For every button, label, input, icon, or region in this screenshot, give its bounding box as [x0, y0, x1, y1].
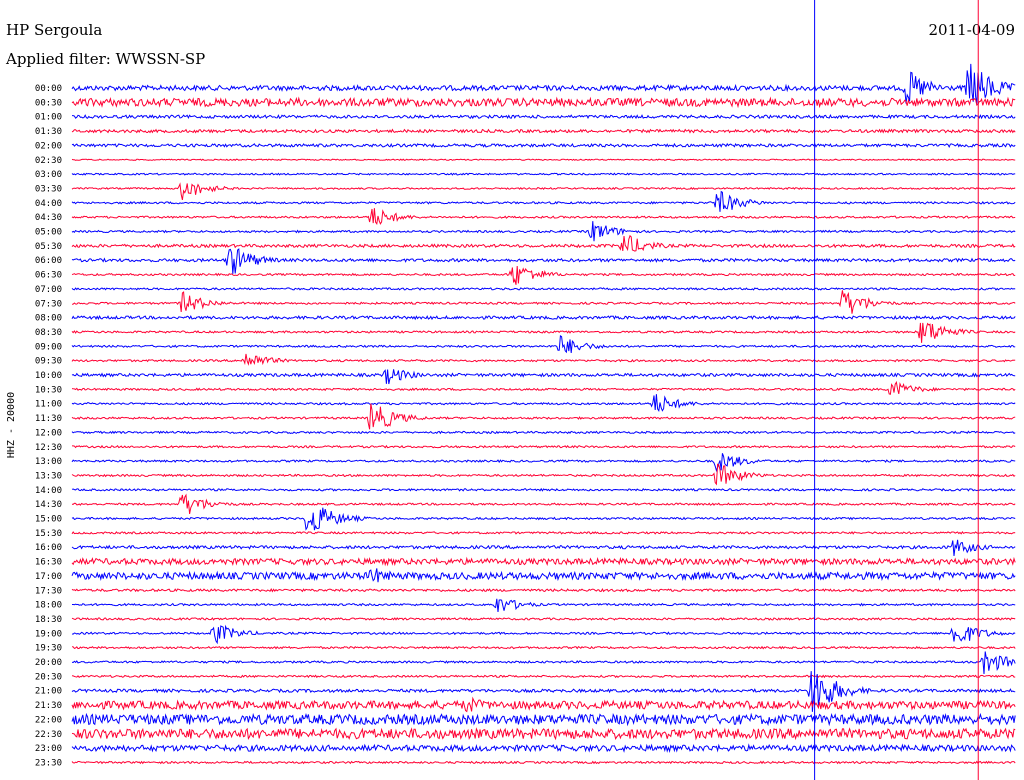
trace-row [71, 493, 1016, 514]
seismogram-traces [71, 63, 1016, 765]
trace-row [71, 463, 1016, 486]
row-time-label: 05:00 [35, 228, 62, 238]
trace-row [71, 507, 1016, 531]
row-time-label: 21:30 [35, 701, 62, 711]
trace-row [71, 182, 1016, 201]
trace-row [71, 172, 1016, 176]
trace-row [71, 142, 1016, 149]
trace-row [71, 335, 1016, 354]
trace-row [71, 158, 1016, 161]
trace-row [71, 674, 1016, 679]
trace-row [71, 430, 1016, 435]
row-time-label: 13:30 [35, 471, 62, 481]
row-time-label: 02:00 [35, 141, 62, 151]
trace-row [72, 444, 1016, 449]
trace-row [71, 96, 1016, 109]
trace-row [71, 743, 1016, 753]
trace-row [71, 314, 1016, 321]
row-time-label: 01:00 [35, 113, 62, 123]
row-time-label: 17:30 [35, 586, 62, 596]
row-time-label: 05:30 [35, 242, 62, 252]
trace-row [71, 727, 1016, 741]
row-labels: 00:00 00:30 01:00 01:30 02:00 02:30 03:00 03:30… [35, 84, 62, 768]
row-time-label: 08:00 [35, 314, 62, 324]
trace-row [71, 453, 1016, 473]
trace-row [71, 128, 1016, 134]
row-time-label: 09:30 [35, 357, 62, 367]
row-time-label: 03:30 [35, 184, 62, 194]
trace-row [71, 63, 1016, 105]
row-time-label: 13:00 [35, 457, 62, 467]
row-time-label: 15:00 [35, 515, 62, 525]
trace-row [71, 380, 1016, 395]
trace-row [71, 322, 1016, 343]
trace-row [71, 624, 1016, 645]
row-time-label: 00:00 [35, 84, 62, 94]
row-time-label: 16:30 [35, 558, 62, 568]
row-time-label: 10:30 [35, 385, 62, 395]
row-time-label: 04:00 [35, 199, 62, 209]
row-time-label: 16:00 [35, 543, 62, 553]
trace-row [71, 190, 1016, 212]
trace-row [71, 487, 1016, 492]
row-time-label: 20:30 [35, 672, 62, 682]
trace-row [71, 539, 1016, 556]
row-time-label: 07:30 [35, 299, 62, 309]
trace-row [72, 114, 1016, 120]
row-time-label: 18:30 [35, 615, 62, 625]
trace-row [71, 287, 1016, 291]
trace-row [71, 531, 1016, 535]
row-time-label: 21:00 [35, 687, 62, 697]
row-time-label: 12:30 [35, 443, 62, 453]
row-time-label: 10:00 [35, 371, 62, 381]
trace-row [71, 556, 1016, 567]
row-time-label: 19:30 [35, 644, 62, 654]
trace-row [71, 353, 1016, 366]
seismogram-plot: 00:00 00:30 01:00 01:30 02:00 02:30 03:00 03:30… [6, 0, 1016, 780]
row-time-label: 11:30 [35, 414, 62, 424]
trace-row [71, 588, 1016, 593]
trace-row [71, 696, 1016, 713]
trace-row [71, 208, 1016, 226]
row-time-label: 17:00 [35, 572, 62, 582]
trace-row [71, 248, 1016, 274]
trace-row [71, 265, 1016, 285]
trace-row [71, 651, 1016, 675]
row-time-label: 02:30 [35, 156, 62, 166]
row-time-label: 00:30 [35, 98, 62, 108]
row-time-label: 09:00 [35, 342, 62, 352]
row-time-label: 14:00 [35, 486, 62, 496]
y-axis-label: HHZ - 20000 [6, 392, 17, 458]
row-time-label: 22:00 [35, 715, 62, 725]
row-time-label: 06:30 [35, 271, 62, 281]
row-time-label: 22:30 [35, 730, 62, 740]
row-time-label: 06:00 [35, 256, 62, 266]
trace-row [71, 221, 1016, 242]
row-time-label: 01:30 [35, 127, 62, 137]
trace-row [71, 760, 1016, 765]
trace-row [72, 598, 1016, 612]
row-time-label: 11:00 [35, 400, 62, 410]
trace-row [71, 712, 1016, 727]
row-time-label: 20:00 [35, 658, 62, 668]
trace-row [71, 617, 1016, 621]
trace-row [71, 369, 1016, 385]
row-time-label: 08:30 [35, 328, 62, 338]
row-time-label: 04:30 [35, 213, 62, 223]
trace-row [71, 403, 1016, 430]
row-time-label: 12:00 [35, 428, 62, 438]
row-time-label: 23:00 [35, 744, 62, 754]
row-time-label: 15:30 [35, 529, 62, 539]
trace-row [71, 290, 1016, 314]
trace-row [71, 394, 1016, 413]
row-time-label: 07:00 [35, 285, 62, 295]
row-time-label: 23:30 [35, 758, 62, 768]
trace-row [71, 568, 1016, 583]
trace-row [71, 645, 1016, 650]
row-time-label: 19:00 [35, 629, 62, 639]
trace-row [71, 234, 1016, 252]
row-time-label: 18:00 [35, 601, 62, 611]
row-time-label: 14:30 [35, 500, 62, 510]
row-time-label: 03:00 [35, 170, 62, 180]
